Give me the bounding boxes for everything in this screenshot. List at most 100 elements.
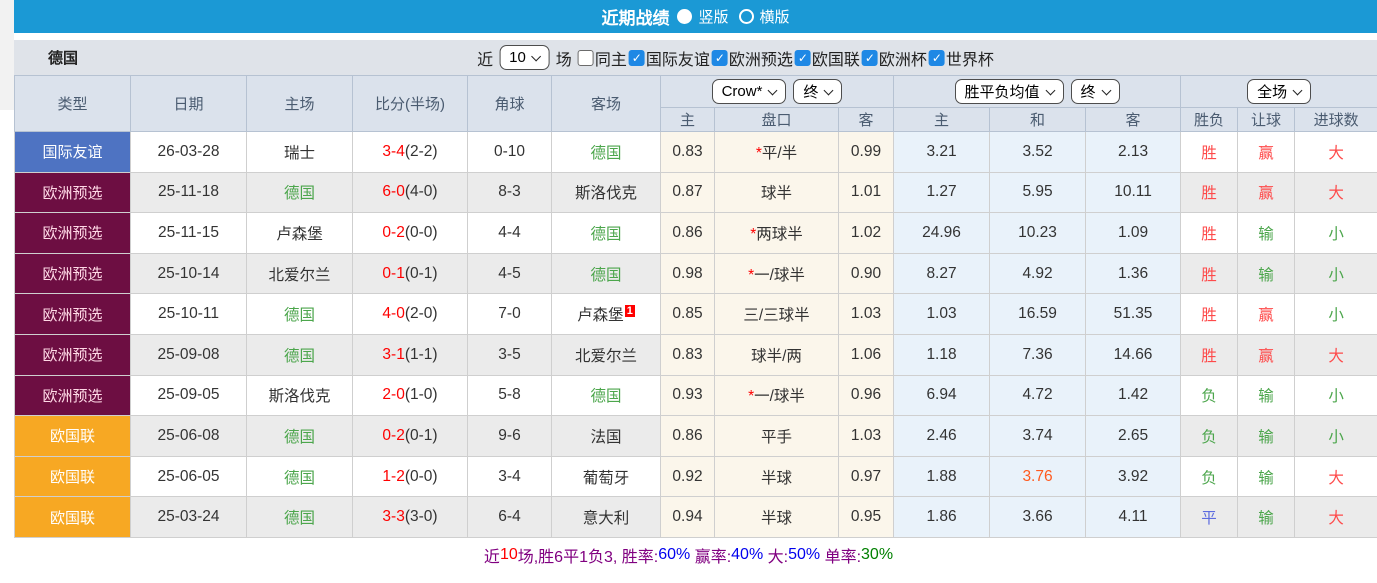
avg-draw-value: 16.59 [1018, 305, 1057, 322]
team-count-badge: 1 [625, 305, 635, 317]
result-text: 胜 [1201, 145, 1217, 162]
header-score: 比分(半场) [353, 76, 468, 132]
crow-odds-home: 0.98 [661, 253, 715, 294]
away-team-name: 德国 [590, 145, 621, 162]
result-text: 负 [1201, 429, 1217, 446]
filter-checkbox-0[interactable]: 同主 [578, 46, 627, 70]
avg-odds-home: 1.86 [894, 497, 990, 538]
filter-checkbox-4[interactable]: ✓欧洲杯 [862, 46, 927, 70]
chevron-down-icon [1045, 85, 1055, 95]
avg-odds-draw: 3.74 [990, 416, 1086, 457]
bookmaker-select[interactable]: Crow* [712, 79, 787, 104]
handicap-outcome: 输 [1238, 497, 1295, 538]
goals-result-text: 大 [1328, 510, 1344, 527]
radio-label: 竖版 [698, 6, 728, 27]
crow-odds-away: 1.03 [839, 294, 894, 335]
match-type-badge: 欧国联 [15, 416, 131, 457]
score-cell: 3-1(1-1) [353, 334, 468, 375]
avg-draw-value: 10.23 [1018, 224, 1057, 241]
match-date: 25-11-15 [131, 213, 247, 254]
subheader-handicap-result: 让球 [1238, 108, 1295, 132]
avg-odds-away: 14.66 [1086, 334, 1181, 375]
summary-segment: 40% [731, 546, 763, 564]
corners: 5-8 [468, 375, 552, 416]
crow-odds-home: 0.86 [661, 416, 715, 457]
fulltime-score: 3-4 [382, 143, 404, 160]
match-type-badge: 欧洲预选 [15, 253, 131, 294]
team-name: 德国 [48, 47, 78, 68]
goals-result-text: 小 [1328, 267, 1344, 284]
header-type: 类型 [15, 76, 131, 132]
filter-checkbox-5[interactable]: ✓世界杯 [929, 46, 994, 70]
avg-draw-value: 3.66 [1022, 508, 1052, 525]
filter-checkbox-1[interactable]: ✓国际友谊 [629, 46, 710, 70]
avg-odds-home: 6.94 [894, 375, 990, 416]
home-team: 北爱尔兰 [247, 253, 353, 294]
handicap-outcome: 赢 [1238, 334, 1295, 375]
goals-outcome: 小 [1295, 416, 1377, 457]
fulltime-score: 0-2 [382, 224, 404, 241]
away-team-name: 卢森堡 [577, 307, 624, 324]
bookmaker-select-value: Crow* [722, 83, 763, 100]
filter-checkbox-3[interactable]: ✓欧国联 [795, 46, 860, 70]
filter-bar: 德国 近 10 场 同主✓国际友谊✓欧洲预选✓欧国联✓欧洲杯✓世界杯 [14, 40, 1377, 75]
handicap-result-text: 赢 [1258, 348, 1274, 365]
table-row: 欧国联 25-03-24 德国 3-3(3-0) 6-4 意大利 0.94 半球… [15, 497, 1377, 538]
filter-label: 同主 [595, 46, 627, 70]
fulltime-score: 0-1 [382, 265, 404, 282]
scope-select[interactable]: 全场 [1247, 79, 1311, 104]
handicap-text: 球半/两 [751, 348, 802, 365]
corners: 4-4 [468, 213, 552, 254]
avg-odds-draw: 4.72 [990, 375, 1086, 416]
handicap-outcome: 输 [1238, 253, 1295, 294]
crow-odds-home: 0.83 [661, 132, 715, 173]
odds-time-select[interactable]: 终 [793, 79, 842, 104]
avg-odds-draw: 3.76 [990, 456, 1086, 497]
halftime-score: (0-0) [405, 468, 438, 485]
avg-odds-away: 51.35 [1086, 294, 1181, 335]
handicap-outcome: 输 [1238, 213, 1295, 254]
avg-odds-draw: 3.52 [990, 132, 1086, 173]
avg-odds-home: 1.88 [894, 456, 990, 497]
avg-time-select-value: 终 [1081, 81, 1096, 102]
avg-odds-away: 2.65 [1086, 416, 1181, 457]
result-text: 负 [1201, 470, 1217, 487]
result-text: 胜 [1201, 226, 1217, 243]
away-team: 法国 [552, 416, 661, 457]
top-bar: 近期战绩 竖版横版 [14, 0, 1377, 33]
summary-segment: 60% [658, 546, 690, 564]
score-cell: 0-2(0-0) [353, 213, 468, 254]
handicap-text: 平手 [761, 429, 792, 446]
avg-odds-away: 1.42 [1086, 375, 1181, 416]
recent-label: 近 [477, 46, 493, 70]
score-cell: 0-1(0-1) [353, 253, 468, 294]
filter-label: 国际友谊 [646, 46, 710, 70]
handicap-outcome: 输 [1238, 416, 1295, 457]
recent-count-select[interactable]: 10 [499, 45, 550, 70]
crow-odds-away: 0.97 [839, 456, 894, 497]
match-type-badge: 欧洲预选 [15, 294, 131, 335]
handicap-result-text: 输 [1258, 267, 1274, 284]
goals-outcome: 大 [1295, 172, 1377, 213]
avg-odds-away: 2.13 [1086, 132, 1181, 173]
halftime-score: (4-0) [405, 183, 438, 200]
handicap-result-text: 输 [1258, 388, 1274, 405]
fulltime-score: 2-0 [382, 386, 404, 403]
goals-outcome: 大 [1295, 456, 1377, 497]
layout-radio-1[interactable]: 横版 [739, 6, 790, 27]
chevron-down-icon [824, 85, 834, 95]
layout-radio-0[interactable]: 竖版 [677, 6, 728, 27]
filter-checkbox-list: 同主✓国际友谊✓欧洲预选✓欧国联✓欧洲杯✓世界杯 [578, 46, 994, 70]
summary-segment: 单率: [820, 543, 861, 567]
filter-checkbox-2[interactable]: ✓欧洲预选 [712, 46, 793, 70]
avg-time-select[interactable]: 终 [1071, 79, 1120, 104]
match-type-badge: 欧洲预选 [15, 213, 131, 254]
result-outcome: 胜 [1181, 253, 1238, 294]
score-cell: 3-3(3-0) [353, 497, 468, 538]
avg-type-select[interactable]: 胜平负均值 [955, 79, 1064, 104]
match-date: 26-03-28 [131, 132, 247, 173]
match-date: 25-09-05 [131, 375, 247, 416]
crow-odds-home: 0.93 [661, 375, 715, 416]
home-team-name: 斯洛伐克 [268, 388, 330, 405]
result-outcome: 负 [1181, 375, 1238, 416]
